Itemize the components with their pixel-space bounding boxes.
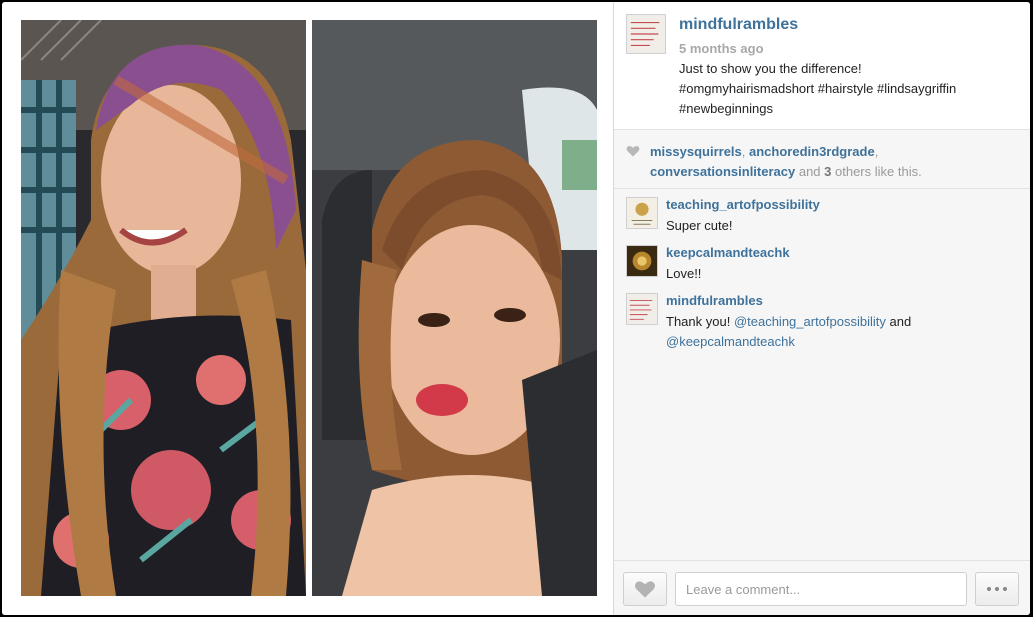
- post-timestamp[interactable]: 5 months ago: [679, 41, 764, 56]
- ellipsis-icon: [1003, 587, 1007, 591]
- liker-link[interactable]: anchoredin3rdgrade: [749, 144, 875, 159]
- more-button[interactable]: [975, 572, 1019, 606]
- avatar[interactable]: [626, 245, 658, 277]
- mention-link[interactable]: @keepcalmandteachk: [666, 334, 795, 349]
- details-panel: mindfulrambles 5 months ago Just to show…: [614, 2, 1030, 615]
- mention-link[interactable]: @teaching_artofpossibility: [734, 314, 886, 329]
- avatar-image: [627, 246, 657, 276]
- post-modal: mindfulrambles 5 months ago Just to show…: [2, 2, 1030, 615]
- liker-link[interactable]: conversationsinliteracy: [650, 164, 795, 179]
- caption-line: #omgmyhairismadshort #hairstyle #lindsay…: [679, 81, 957, 96]
- comment-input[interactable]: [675, 572, 967, 606]
- avatar-image: [627, 198, 657, 228]
- avatar-image: [627, 15, 665, 53]
- photo-area: [2, 2, 613, 615]
- photo-before[interactable]: [21, 20, 306, 596]
- heart-icon: [634, 581, 656, 598]
- avatar[interactable]: [626, 197, 658, 229]
- caption-line: Just to show you the difference!: [679, 61, 862, 76]
- ellipsis-icon: [995, 587, 999, 591]
- comment-text: Love!!: [666, 266, 702, 281]
- comment-text: Super cute!: [666, 218, 733, 233]
- avatar[interactable]: [626, 14, 666, 54]
- comment-text: Thank you! @teaching_artofpossibility an…: [666, 314, 912, 349]
- heart-icon: [626, 146, 640, 157]
- likes-text: missysquirrels, anchoredin3rdgrade, conve…: [650, 144, 922, 179]
- comment-author[interactable]: keepcalmandteachk: [666, 245, 790, 260]
- photo-after[interactable]: [312, 20, 597, 596]
- post-author[interactable]: mindfulrambles: [679, 16, 798, 34]
- liker-link[interactable]: missysquirrels: [650, 144, 742, 159]
- avatar-image: [627, 294, 657, 324]
- ellipsis-icon: [987, 587, 991, 591]
- comment-bar: [614, 560, 1030, 615]
- post-caption: Just to show you the difference! #omgmyh…: [679, 59, 1009, 119]
- caption-section: mindfulrambles 5 months ago Just to show…: [614, 2, 1030, 130]
- caption-line: #newbeginnings: [679, 101, 773, 116]
- avatar[interactable]: [626, 293, 658, 325]
- likes-section: missysquirrels, anchoredin3rdgrade, conve…: [614, 130, 1030, 189]
- like-button[interactable]: [623, 572, 667, 606]
- comment-author[interactable]: mindfulrambles: [666, 293, 763, 308]
- comment-author[interactable]: teaching_artofpossibility: [666, 197, 820, 212]
